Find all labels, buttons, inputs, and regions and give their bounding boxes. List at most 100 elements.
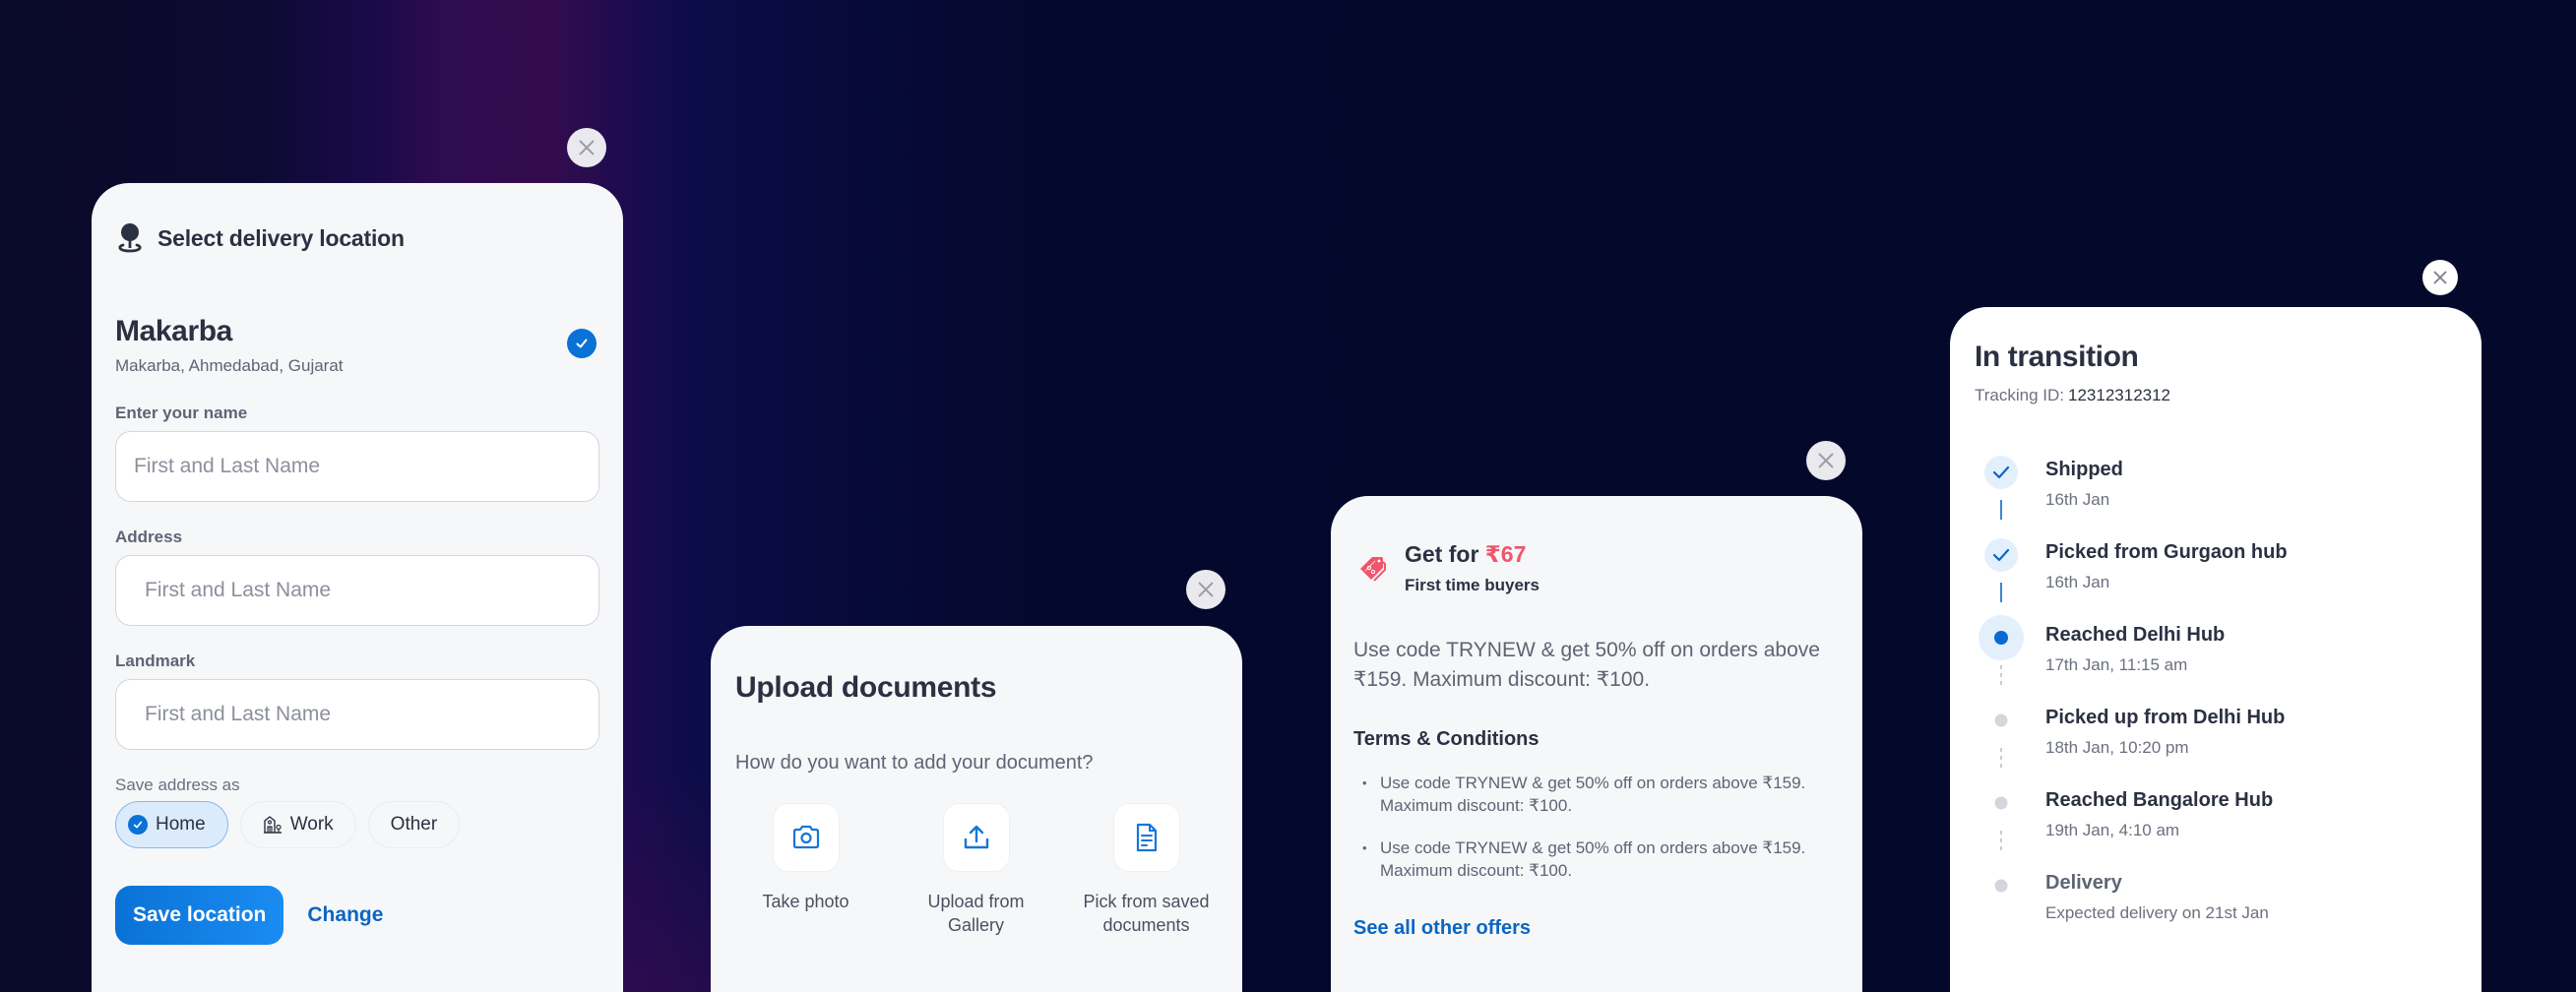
change-link[interactable]: Change bbox=[307, 903, 383, 927]
tracking-id-row: Tracking ID: 12312312312 bbox=[1975, 386, 2170, 405]
location-pin-icon bbox=[118, 223, 142, 253]
step-done-marker bbox=[1984, 456, 2018, 489]
save-as-work-label: Work bbox=[289, 814, 334, 835]
timeline-step: Delivery Expected delivery on 21st Jan bbox=[1950, 864, 2482, 947]
close-tracking-modal-button[interactable] bbox=[2422, 260, 2458, 295]
offer-price: ₹67 bbox=[1484, 541, 1527, 567]
tracking-id-value: 12312312312 bbox=[2068, 386, 2171, 404]
see-all-offers-link[interactable]: See all other offers bbox=[1353, 917, 1531, 940]
upload-icon bbox=[964, 825, 988, 849]
upload-gallery-label: Upload from Gallery bbox=[927, 892, 1025, 935]
take-photo-icon-box bbox=[772, 803, 840, 872]
location-actions: Save location Change bbox=[115, 886, 383, 945]
close-icon bbox=[2433, 271, 2447, 284]
save-as-home-label: Home bbox=[156, 814, 206, 835]
offer-title: Get for ₹67 bbox=[1405, 541, 1539, 568]
step-subtitle: Expected delivery on 21st Jan bbox=[2045, 903, 2269, 922]
place-address: Makarba, Ahmedabad, Gujarat bbox=[115, 356, 344, 375]
step-title: Picked up from Delhi Hub bbox=[2045, 707, 2286, 728]
step-done-marker bbox=[1984, 538, 2018, 572]
terms-item: Use code TRYNEW & get 50% off on orders … bbox=[1353, 772, 1846, 817]
check-icon bbox=[1992, 548, 2010, 562]
saved-documents-icon-box bbox=[1112, 803, 1180, 872]
offer-modal: Get for ₹67 First time buyers Use code T… bbox=[1331, 496, 1862, 992]
place-selected-check[interactable] bbox=[567, 329, 597, 358]
discount-tag-icon bbox=[1360, 557, 1386, 582]
tracking-title: In transition bbox=[1975, 341, 2139, 373]
step-connector bbox=[2000, 831, 2002, 850]
step-connector bbox=[2000, 500, 2002, 520]
close-location-modal-button[interactable] bbox=[567, 128, 606, 167]
save-location-button[interactable]: Save location bbox=[115, 886, 284, 945]
saved-documents-label: Pick from saved documents bbox=[1083, 892, 1210, 935]
step-connector bbox=[2000, 748, 2002, 768]
landmark-input[interactable] bbox=[115, 679, 599, 750]
step-title: Reached Bangalore Hub bbox=[2045, 789, 2274, 811]
check-circle-icon bbox=[128, 815, 148, 835]
upload-gallery-icon-box bbox=[942, 803, 1010, 872]
step-subtitle: 18th Jan, 10:20 pm bbox=[2045, 738, 2189, 757]
landmark-field-label: Landmark bbox=[115, 651, 196, 670]
step-connector bbox=[2000, 665, 2002, 685]
timeline-step: Reached Bangalore Hub 19th Jan, 4:10 am bbox=[1950, 781, 2482, 864]
step-title: Delivery bbox=[2045, 872, 2122, 894]
close-icon bbox=[579, 140, 595, 155]
step-pending-marker bbox=[1994, 879, 2008, 893]
step-subtitle: 19th Jan, 4:10 am bbox=[2045, 821, 2180, 839]
step-title: Reached Delhi Hub bbox=[2045, 624, 2226, 646]
close-icon bbox=[1198, 582, 1214, 597]
close-upload-modal-button[interactable] bbox=[1186, 570, 1225, 609]
upload-options: Take photo Upload from Gallery Pick from… bbox=[711, 803, 1242, 937]
location-modal-header: Select delivery location bbox=[116, 222, 405, 254]
close-icon bbox=[1818, 453, 1834, 468]
take-photo-label: Take photo bbox=[762, 892, 849, 911]
place-name: Makarba bbox=[115, 315, 232, 347]
offer-subtitle: First time buyers bbox=[1405, 576, 1539, 594]
offer-header: Get for ₹67 First time buyers bbox=[1357, 541, 1539, 595]
tracking-id-label: Tracking ID: bbox=[1975, 386, 2065, 404]
step-title: Shipped bbox=[2045, 459, 2123, 480]
current-dot-icon bbox=[1994, 631, 2008, 645]
offer-title-prefix: Get for bbox=[1405, 541, 1485, 567]
office-building-icon bbox=[263, 816, 282, 834]
timeline-step: Picked up from Delhi Hub 18th Jan, 10:20… bbox=[1950, 699, 2482, 781]
save-as-home-chip[interactable]: Home bbox=[115, 801, 228, 848]
save-as-options: Home Work Other bbox=[115, 801, 461, 848]
location-modal: Select delivery location Makarba Makarba… bbox=[92, 183, 623, 992]
address-input[interactable] bbox=[115, 555, 599, 626]
address-field-label: Address bbox=[115, 527, 183, 546]
tracking-modal: In transition Tracking ID: 12312312312 Sh… bbox=[1950, 307, 2482, 992]
upload-question: How do you want to add your document? bbox=[735, 752, 1094, 774]
step-title: Picked from Gurgaon hub bbox=[2045, 541, 2288, 563]
step-subtitle: 17th Jan, 11:15 am bbox=[2045, 655, 2188, 674]
terms-list: Use code TRYNEW & get 50% off on orders … bbox=[1353, 772, 1846, 901]
take-photo-option[interactable]: Take photo bbox=[721, 803, 891, 937]
step-current-marker bbox=[1979, 615, 2024, 660]
save-as-other-label: Other bbox=[390, 814, 438, 835]
timeline-step: Picked from Gurgaon hub 16th Jan bbox=[1950, 533, 2482, 616]
upload-modal-title: Upload documents bbox=[735, 671, 997, 704]
saved-documents-option[interactable]: Pick from saved documents bbox=[1061, 803, 1231, 937]
save-address-as-label: Save address as bbox=[115, 775, 240, 794]
offer-title-block: Get for ₹67 First time buyers bbox=[1405, 541, 1539, 595]
step-subtitle: 16th Jan bbox=[2045, 573, 2110, 591]
name-input[interactable] bbox=[115, 431, 599, 502]
check-icon bbox=[576, 339, 588, 348]
upload-modal: Upload documents How do you want to add … bbox=[711, 626, 1242, 992]
terms-item: Use code TRYNEW & get 50% off on orders … bbox=[1353, 837, 1846, 882]
step-pending-marker bbox=[1994, 796, 2008, 810]
timeline-step: Shipped 16th Jan bbox=[1950, 451, 2482, 533]
camera-icon bbox=[792, 825, 819, 849]
step-connector bbox=[2000, 583, 2002, 602]
close-offer-modal-button[interactable] bbox=[1806, 441, 1846, 480]
save-as-other-chip[interactable]: Other bbox=[367, 801, 461, 848]
check-icon bbox=[1992, 465, 2010, 479]
timeline-step: Reached Delhi Hub 17th Jan, 11:15 am bbox=[1950, 615, 2482, 699]
save-as-work-chip[interactable]: Work bbox=[239, 801, 356, 848]
step-subtitle: 16th Jan bbox=[2045, 490, 2110, 509]
step-pending-marker bbox=[1994, 713, 2008, 727]
upload-gallery-option[interactable]: Upload from Gallery bbox=[891, 803, 1061, 937]
name-field-label: Enter your name bbox=[115, 403, 248, 422]
offer-description: Use code TRYNEW & get 50% off on orders … bbox=[1353, 639, 1820, 691]
document-icon bbox=[1136, 823, 1157, 852]
